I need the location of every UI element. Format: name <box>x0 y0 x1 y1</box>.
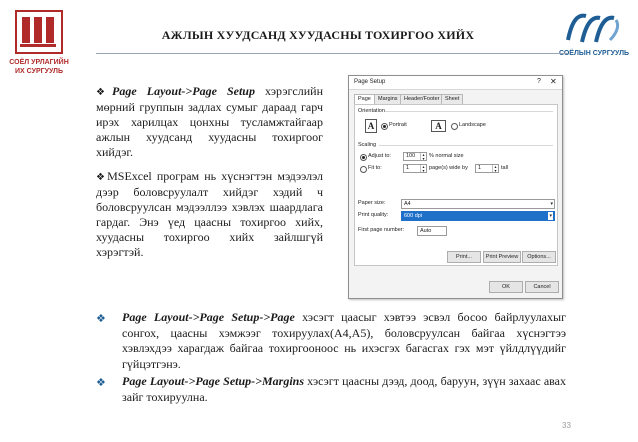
group-divider <box>379 145 553 146</box>
logo-left: СОЁЛ УРЛАГИЙН ИХ СУРГУУЛЬ <box>6 10 72 76</box>
fit-tall-label: tall <box>501 165 509 171</box>
page-title: АЖЛЫН ХУУДСАНД ХУУДАСНЫ ТОХИРГОО ХИЙХ <box>161 28 475 42</box>
tab-margins[interactable]: Margins <box>374 94 402 104</box>
portrait-icon: A <box>365 119 377 133</box>
page-tab-panel: Orientation A Portrait A Landscape Scali… <box>354 104 558 266</box>
cancel-button[interactable]: Cancel <box>525 281 559 293</box>
title-divider <box>96 53 568 54</box>
paper-size-label: Paper size: <box>358 200 386 206</box>
menu-path-page: Page Layout->Page Setup->Page <box>122 310 295 324</box>
first-page-input[interactable]: Auto <box>417 226 447 236</box>
excel-paragraph: ❖MSExcel програм нь хүснэгтэн мэдээлэл д… <box>96 169 323 260</box>
fit-wide-value: 1 <box>406 165 410 171</box>
fit-to-radio[interactable] <box>360 166 367 173</box>
logo-left-line1: СОЁЛ УРЛАГИЙН <box>9 59 69 66</box>
page-setup-dialog: Page Setup ? ✕ Page Margins Header/Foote… <box>348 75 563 299</box>
diamond-bullet-icon: ❖ <box>96 172 108 183</box>
landscape-icon: A <box>431 120 446 132</box>
spin-arrows-icon[interactable]: ▴ ▾ <box>420 165 426 172</box>
paper-size-value: A4 <box>404 201 411 207</box>
landscape-label: Landscape <box>459 122 486 128</box>
university-emblem-icon <box>15 10 63 54</box>
orientation-label: Orientation <box>358 108 385 114</box>
print-quality-label: Print quality: <box>358 212 389 218</box>
help-icon[interactable]: ? <box>537 78 541 85</box>
first-page-label: First page number: <box>358 227 405 233</box>
excel-text: MSExcel програм нь хүснэгтэн мэдээлэл дэ… <box>96 169 324 259</box>
first-page-value: Auto <box>420 228 432 234</box>
close-icon[interactable]: ✕ <box>550 77 557 86</box>
list-item: ❖ Page Layout->Page Setup->Margins хэсэгт… <box>96 374 566 405</box>
print-quality-value: 600 dpi <box>404 213 423 219</box>
options-button[interactable]: Options... <box>522 251 556 263</box>
adjust-to-radio[interactable] <box>360 154 367 161</box>
print-button[interactable]: Print... <box>447 251 481 263</box>
intro-paragraph: ❖Page Layout->Page Setup хэрэгслийн мөрн… <box>96 84 323 160</box>
adjust-suffix: % normal size <box>429 153 464 159</box>
menu-path-margins: Page Layout->Page Setup->Margins <box>122 374 305 388</box>
bullet-list: ❖ Page Layout->Page Setup->Page хэсэгт ца… <box>96 310 566 407</box>
group-divider <box>385 111 553 112</box>
portrait-radio[interactable] <box>381 123 388 130</box>
logo-left-line2: ИХ СУРГУУЛЬ <box>15 68 63 75</box>
fit-tall-value: 1 <box>478 165 482 171</box>
paper-size-select[interactable]: A4 ▾ <box>401 199 555 209</box>
portrait-label: Portrait <box>389 122 407 128</box>
adjust-to-label: Adjust to: <box>368 153 391 159</box>
logo-right: СОЁЛЫН СУРГУУЛЬ <box>556 10 632 57</box>
tab-header-footer[interactable]: Header/Footer <box>400 94 444 104</box>
fit-to-label: Fit to: <box>368 165 382 171</box>
dialog-titlebar: Page Setup ? ✕ <box>349 76 562 90</box>
tab-sheet[interactable]: Sheet <box>441 94 464 104</box>
print-quality-select[interactable]: 600 dpi ▾ <box>401 211 555 221</box>
chevron-down-icon[interactable]: ▾ <box>548 212 553 220</box>
spin-arrows-icon[interactable]: ▴ ▾ <box>420 153 426 160</box>
fit-mid-label: page(s) wide by <box>429 165 468 171</box>
chevron-down-icon[interactable]: ▾ <box>550 200 553 208</box>
spin-arrows-icon[interactable]: ▴ ▾ <box>492 165 498 172</box>
ok-button[interactable]: OK <box>489 281 523 293</box>
diamond-bullet-icon: ❖ <box>96 376 106 389</box>
menu-path-page-setup: Page Layout->Page Setup <box>112 84 255 98</box>
adjust-value: 100 <box>406 153 416 159</box>
dialog-title: Page Setup <box>354 79 386 85</box>
diamond-bullet-icon: ❖ <box>96 87 113 98</box>
landscape-radio[interactable] <box>451 123 458 130</box>
fit-tall-input[interactable]: 1 ▴ ▾ <box>475 164 499 173</box>
adjust-to-input[interactable]: 100 ▴ ▾ <box>403 152 427 161</box>
list-item: ❖ Page Layout->Page Setup->Page хэсэгт ца… <box>96 310 566 372</box>
school-logo-icon <box>566 13 620 43</box>
print-preview-button[interactable]: Print Preview <box>483 251 521 263</box>
fit-wide-input[interactable]: 1 ▴ ▾ <box>403 164 427 173</box>
left-sidebar: СОЁЛ УРЛАГИЙН ИХ СУРГУУЛЬ <box>0 0 82 442</box>
scaling-label: Scaling <box>358 142 377 148</box>
diamond-bullet-icon: ❖ <box>96 312 106 325</box>
page-number: 33 <box>562 421 571 430</box>
